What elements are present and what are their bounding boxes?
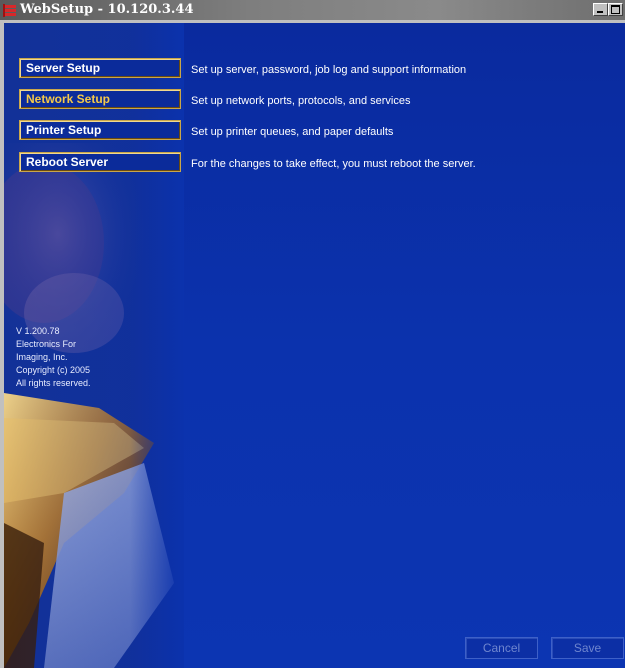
server-setup-button[interactable]: Server Setup <box>19 58 181 78</box>
company-line-1: Electronics For <box>16 339 77 349</box>
company-line-2: Imaging, Inc. <box>16 352 68 362</box>
save-button[interactable]: Save <box>551 637 624 659</box>
network-setup-button[interactable]: Network Setup <box>19 89 181 109</box>
reboot-server-button[interactable]: Reboot Server <box>19 152 181 172</box>
main-content: Server Setup Set up server, password, jo… <box>4 23 625 668</box>
printer-setup-description: Set up printer queues, and paper default… <box>191 126 394 138</box>
version-number: V 1.200.78 <box>16 326 60 336</box>
rights-text: All rights reserved. <box>16 378 91 388</box>
title-bar[interactable]: WebSetup - 10.120.3.44 <box>0 0 625 20</box>
printer-setup-button[interactable]: Printer Setup <box>19 120 181 140</box>
cancel-button[interactable]: Cancel <box>465 637 538 659</box>
minimize-button[interactable] <box>593 3 608 16</box>
network-setup-description: Set up network ports, protocols, and ser… <box>191 95 411 107</box>
copyright-text: Copyright (c) 2005 <box>16 365 91 375</box>
reboot-server-description: For the changes to take effect, you must… <box>191 158 476 170</box>
app-icon <box>3 4 16 17</box>
window-title: WebSetup - 10.120.3.44 <box>20 2 194 17</box>
maximize-button[interactable] <box>608 3 623 16</box>
version-info: V 1.200.78 Electronics For Imaging, Inc.… <box>16 325 91 390</box>
server-setup-description: Set up server, password, job log and sup… <box>191 64 467 76</box>
